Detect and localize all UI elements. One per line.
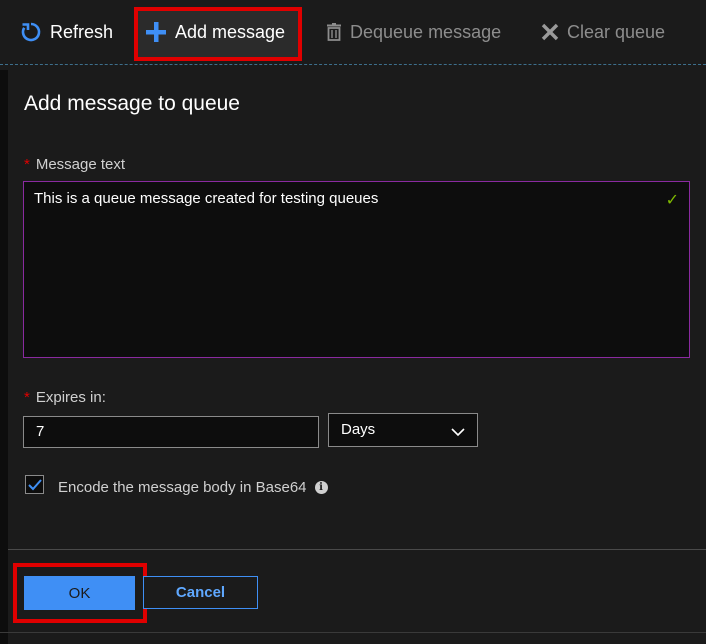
add-message-label: Add message — [175, 21, 286, 42]
dequeue-message-button[interactable]: Dequeue message — [326, 0, 501, 64]
message-text-value: This is a queue message created for test… — [34, 190, 379, 207]
info-icon[interactable]: i — [314, 481, 328, 494]
command-bar-divider — [0, 64, 706, 65]
dequeue-message-label: Dequeue message — [350, 21, 502, 42]
clear-queue-button[interactable]: Clear queue — [541, 0, 665, 64]
required-marker: * — [24, 156, 30, 173]
chevron-down-icon — [451, 424, 465, 441]
expires-in-label-text: Expires in: — [35, 389, 106, 406]
message-text-label: * Message text — [24, 156, 125, 173]
trash-icon — [326, 23, 342, 41]
check-icon: ✓ — [665, 192, 679, 209]
plus-icon — [145, 21, 167, 43]
panel-title: Add message to queue — [24, 92, 240, 115]
refresh-icon — [20, 21, 42, 43]
encode-base64-checkbox[interactable] — [25, 475, 44, 494]
add-message-button[interactable]: Add message — [145, 0, 285, 64]
checkmark-icon — [27, 478, 42, 490]
expires-unit-value: Days — [341, 421, 376, 438]
refresh-label: Refresh — [50, 21, 114, 42]
message-text-field[interactable]: This is a queue message created for test… — [23, 181, 690, 358]
refresh-button[interactable]: Refresh — [20, 0, 113, 64]
expires-in-field[interactable]: 7 — [23, 416, 319, 448]
required-marker: * — [24, 389, 30, 406]
cancel-button[interactable]: Cancel — [143, 576, 258, 609]
close-icon — [541, 23, 559, 41]
expires-in-value: 7 — [36, 423, 45, 440]
message-text-label-text: Message text — [35, 156, 126, 173]
expires-unit-select[interactable]: Days — [328, 413, 478, 447]
expires-in-label: * Expires in: — [24, 389, 106, 406]
ok-button[interactable]: OK — [24, 576, 135, 610]
encode-base64-label-text: Encode the message body in Base64 — [58, 479, 307, 496]
clear-queue-label: Clear queue — [567, 21, 666, 42]
footer-divider — [8, 549, 706, 550]
encode-base64-label: Encode the message body in Base64 i — [58, 479, 328, 496]
bottom-border — [0, 632, 706, 633]
